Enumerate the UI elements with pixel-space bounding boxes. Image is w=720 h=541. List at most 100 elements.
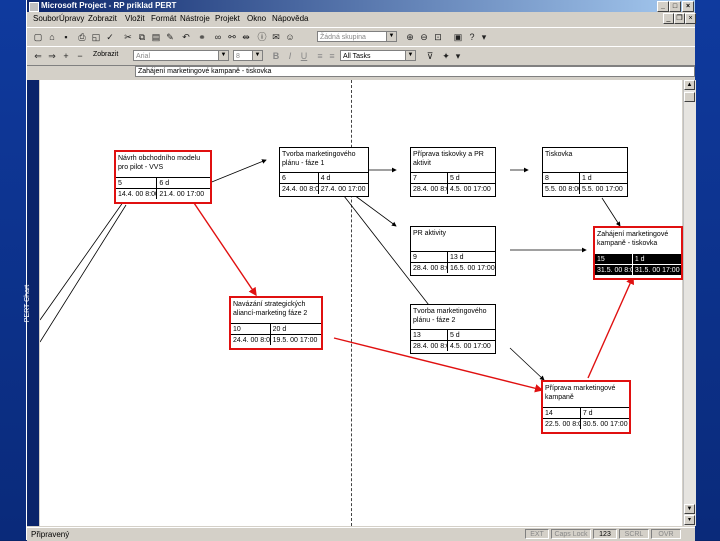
print-icon[interactable]: ⎙	[77, 32, 87, 42]
notes-icon[interactable]: ✉	[271, 32, 281, 42]
task-node-6[interactable]: Tvorba marketingového plánu - fáze 1 6 4…	[279, 147, 369, 197]
assign-resources-icon[interactable]: ☺	[285, 32, 295, 42]
scroll-down-icon[interactable]: ▼	[684, 504, 695, 514]
show-menu-button[interactable]: Zobrazit	[93, 51, 118, 58]
menu-okno[interactable]: Okno	[247, 14, 266, 23]
task-finish: 30.5. 00 17:00	[580, 418, 629, 429]
copy-picture-icon[interactable]: ▣	[453, 32, 463, 42]
zoom-out-icon[interactable]: ⊖	[419, 32, 429, 42]
scroll-split-icon[interactable]: ▾	[684, 515, 695, 525]
spelling-icon[interactable]: ✓	[105, 32, 115, 42]
cut-icon[interactable]: ✂	[123, 32, 133, 42]
task-info-icon[interactable]: ⓘ	[257, 32, 267, 42]
close-button[interactable]: ×	[682, 1, 694, 12]
task-node-7[interactable]: Příprava tiskovky a PR aktivit 7 5 d 28.…	[410, 147, 496, 197]
task-node-13[interactable]: Tvorba marketingového plánu - fáze 2 13 …	[410, 304, 496, 354]
link-incoming-5	[40, 197, 127, 321]
task-name: Tvorba marketingového plánu - fáze 1	[282, 151, 356, 167]
group-combo-value: Žádná skupina	[320, 34, 366, 41]
task-finish: 16.5. 00 17:00	[447, 262, 495, 273]
status-scroll-lock: SCRL	[619, 529, 649, 539]
task-duration: 4 d	[318, 172, 368, 183]
chevron-down-icon: ▼	[386, 32, 396, 41]
autofilter-icon[interactable]: ⊽	[425, 51, 435, 61]
group-combo[interactable]: Žádná skupina ▼	[317, 31, 397, 42]
toolbar-options-icon[interactable]: ▾	[479, 32, 489, 42]
vertical-scrollbar[interactable]: ▲ ▼ ▾	[683, 80, 696, 526]
status-caps-lock: Caps Lock	[551, 529, 591, 539]
view-bar[interactable]: PERT Chart	[24, 80, 39, 526]
font-combo[interactable]: Arial ▼	[133, 50, 229, 61]
menu-vlozit[interactable]: Vložit	[125, 14, 145, 23]
link-tasks-icon[interactable]: ∞	[213, 32, 223, 42]
critical-link-14-15	[587, 275, 634, 379]
arrow-left-icon[interactable]: ⇐	[33, 51, 43, 61]
task-node-9[interactable]: PR aktivity 9 13 d 28.4. 00 8:00 16.5. 0…	[410, 226, 496, 276]
align-left-icon[interactable]: ≡	[315, 51, 325, 61]
task-start: 28.4. 00 8:00	[411, 183, 448, 194]
bold-button[interactable]: B	[271, 51, 281, 61]
save-icon[interactable]: ▪	[61, 32, 71, 42]
status-ready: Připravený	[31, 530, 70, 539]
doc-close-button[interactable]: ×	[685, 13, 696, 24]
format-painter-icon[interactable]: ✎	[165, 32, 175, 42]
minus-icon[interactable]: −	[75, 51, 85, 61]
align-center-icon[interactable]: ≡	[327, 51, 337, 61]
task-duration: 5 d	[447, 172, 495, 183]
italic-button[interactable]: I	[285, 51, 295, 61]
gantt-wizard-icon[interactable]: ✦	[441, 51, 451, 61]
task-duration: 13 d	[447, 251, 495, 262]
doc-restore-button[interactable]: ❐	[674, 13, 685, 24]
minimize-button[interactable]: _	[657, 1, 669, 12]
link-8-15	[601, 197, 621, 227]
menu-projekt[interactable]: Projekt	[215, 14, 240, 23]
task-duration: 20 d	[270, 323, 321, 334]
task-name: Tvorba marketingového plánu - fáze 2	[413, 308, 487, 324]
toolbar-options-icon[interactable]: ▾	[453, 51, 463, 61]
split-task-icon[interactable]: ⇹	[241, 32, 251, 42]
task-node-10[interactable]: Navázání strategických aliancí-marketing…	[229, 296, 323, 350]
chevron-down-icon: ▼	[405, 51, 415, 60]
standard-toolbar: ▢ ⌂ ▪ ⎙ ◱ ✓ ✂ ⧉ ▤ ✎ ↶ ⚭ ∞ ⚯ ⇹ ⓘ ✉ ☺ Žádn…	[27, 27, 695, 47]
menu-napoveda[interactable]: Nápověda	[272, 14, 308, 23]
task-name: Tiskovka	[545, 151, 573, 158]
task-node-5[interactable]: Návrh obchodního modelu pro pilot - VVS …	[114, 150, 212, 204]
task-node-8[interactable]: Tiskovka 8 1 d 5.5. 00 8:00 5.5. 00 17:0…	[542, 147, 628, 197]
preview-icon[interactable]: ◱	[91, 32, 101, 42]
task-duration: 1 d	[579, 172, 627, 183]
menu-upravy[interactable]: Úpravy	[59, 14, 84, 23]
underline-button[interactable]: U	[299, 51, 309, 61]
hyperlink-icon[interactable]: ⚭	[197, 32, 207, 42]
unlink-tasks-icon[interactable]: ⚯	[227, 32, 237, 42]
filter-combo[interactable]: All Tasks ▼	[340, 50, 416, 61]
open-icon[interactable]: ⌂	[47, 32, 57, 42]
maximize-button[interactable]: □	[669, 1, 681, 12]
pert-chart: Návrh obchodního modelu pro pilot - VVS …	[40, 80, 683, 526]
menu-zobrazit[interactable]: Zobrazit	[88, 14, 117, 23]
doc-minimize-button[interactable]: _	[663, 13, 674, 24]
entry-field[interactable]: Zahájení marketingové kampaně - tiskovka	[135, 66, 695, 77]
menu-format[interactable]: Formát	[151, 14, 176, 23]
scroll-up-icon[interactable]: ▲	[684, 80, 695, 90]
status-bar: Připravený EXT Caps Lock 123 SCRL OVR	[27, 527, 695, 541]
scroll-thumb[interactable]	[684, 92, 695, 102]
menu-soubor[interactable]: Soubor	[33, 14, 59, 23]
task-id: 9	[411, 251, 448, 262]
arrow-right-icon[interactable]: ⇒	[47, 51, 57, 61]
goto-task-icon[interactable]: ⊡	[433, 32, 443, 42]
task-node-14[interactable]: Příprava marketingové kampaně 14 7 d 22.…	[541, 380, 631, 434]
new-icon[interactable]: ▢	[33, 32, 43, 42]
task-finish: 31.5. 00 17:00	[632, 264, 681, 275]
copy-icon[interactable]: ⧉	[137, 32, 147, 42]
task-node-15[interactable]: Zahájení marketingové kampaně - tiskovka…	[593, 226, 683, 280]
paste-icon[interactable]: ▤	[151, 32, 161, 42]
task-duration: 7 d	[580, 407, 629, 418]
font-size-combo[interactable]: 8 ▼	[233, 50, 263, 61]
plus-icon[interactable]: +	[61, 51, 71, 61]
undo-icon[interactable]: ↶	[181, 32, 191, 42]
entry-bar: Zahájení marketingové kampaně - tiskovka	[27, 64, 695, 78]
menu-nastroje[interactable]: Nástroje	[180, 14, 210, 23]
critical-link-5-10	[191, 199, 257, 297]
zoom-in-icon[interactable]: ⊕	[405, 32, 415, 42]
help-icon[interactable]: ?	[467, 32, 477, 42]
